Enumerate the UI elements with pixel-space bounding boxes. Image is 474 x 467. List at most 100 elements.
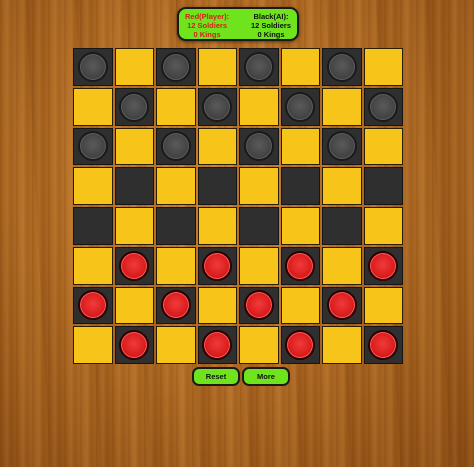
board-square-0-1[interactable] xyxy=(114,48,154,86)
board-square-2-5[interactable] xyxy=(280,127,320,166)
red-checker-piece[interactable] xyxy=(285,330,316,361)
board-square-4-0[interactable] xyxy=(73,207,113,245)
board-square-3-1[interactable] xyxy=(114,167,154,205)
scoreboard: Red(Player): 12 Soldiers 0 Kings Black(A… xyxy=(177,7,299,41)
board-square-7-0[interactable] xyxy=(73,326,113,364)
board-square-2-3[interactable] xyxy=(197,127,237,166)
red-checker-piece[interactable] xyxy=(202,250,233,281)
board-square-0-5[interactable] xyxy=(280,48,320,86)
red-checker-piece[interactable] xyxy=(160,290,191,321)
board-square-3-6[interactable] xyxy=(322,167,362,205)
board-square-2-2[interactable] xyxy=(156,127,196,166)
board-square-4-3[interactable] xyxy=(197,207,237,245)
board-square-6-2[interactable] xyxy=(156,286,196,325)
board-square-2-6[interactable] xyxy=(322,127,362,166)
black-checker-piece[interactable] xyxy=(77,131,108,162)
board-square-6-1[interactable] xyxy=(114,286,154,325)
red-checker-piece[interactable] xyxy=(368,330,399,361)
red-checker-piece[interactable] xyxy=(119,330,150,361)
board-square-2-1[interactable] xyxy=(114,127,154,166)
board-square-2-7[interactable] xyxy=(363,127,403,166)
board-square-5-7[interactable] xyxy=(363,246,403,285)
board-square-0-2[interactable] xyxy=(156,48,196,86)
red-checker-piece[interactable] xyxy=(243,290,274,321)
black-checker-piece[interactable] xyxy=(243,131,274,162)
board-square-1-0[interactable] xyxy=(73,87,113,126)
red-player-title: Red(Player): xyxy=(185,12,230,21)
red-checker-piece[interactable] xyxy=(368,250,399,281)
board-square-3-4[interactable] xyxy=(239,167,279,205)
board-square-3-7[interactable] xyxy=(363,167,403,205)
black-checker-piece[interactable] xyxy=(119,91,150,122)
board-square-7-6[interactable] xyxy=(322,326,362,364)
black-soldiers-count: 12 Soldiers xyxy=(250,21,291,30)
board-square-3-0[interactable] xyxy=(73,167,113,205)
red-checker-piece[interactable] xyxy=(326,290,357,321)
board-square-4-4[interactable] xyxy=(239,207,279,245)
black-checker-piece[interactable] xyxy=(285,91,316,122)
board-square-7-2[interactable] xyxy=(156,326,196,364)
red-checker-piece[interactable] xyxy=(202,330,233,361)
board-square-3-5[interactable] xyxy=(280,167,320,205)
black-ai-title: Black(AI): xyxy=(253,12,289,21)
board-square-7-4[interactable] xyxy=(239,326,279,364)
black-checker-piece[interactable] xyxy=(326,51,357,82)
board-square-1-3[interactable] xyxy=(197,87,237,126)
reset-button[interactable]: Reset xyxy=(192,367,240,386)
red-checker-piece[interactable] xyxy=(285,250,316,281)
board-square-7-7[interactable] xyxy=(363,326,403,364)
board-square-4-5[interactable] xyxy=(280,207,320,245)
board-square-1-6[interactable] xyxy=(322,87,362,126)
board-square-4-1[interactable] xyxy=(114,207,154,245)
black-checker-piece[interactable] xyxy=(368,91,399,122)
board-square-4-6[interactable] xyxy=(322,207,362,245)
board-square-1-2[interactable] xyxy=(156,87,196,126)
board-square-0-4[interactable] xyxy=(239,48,279,86)
board-square-5-0[interactable] xyxy=(73,246,113,285)
board-square-6-4[interactable] xyxy=(239,286,279,325)
black-checker-piece[interactable] xyxy=(77,51,108,82)
board-square-3-2[interactable] xyxy=(156,167,196,205)
red-soldiers-count: 12 Soldiers xyxy=(187,21,228,30)
board-square-4-7[interactable] xyxy=(363,207,403,245)
board-square-0-0[interactable] xyxy=(73,48,113,86)
board-square-0-3[interactable] xyxy=(197,48,237,86)
board-square-5-2[interactable] xyxy=(156,246,196,285)
board-square-5-3[interactable] xyxy=(197,246,237,285)
board-square-1-5[interactable] xyxy=(280,87,320,126)
board-square-1-7[interactable] xyxy=(363,87,403,126)
board-square-1-4[interactable] xyxy=(239,87,279,126)
board-square-0-6[interactable] xyxy=(322,48,362,86)
red-kings-count: 0 Kings xyxy=(193,30,221,39)
black-checker-piece[interactable] xyxy=(202,91,233,122)
board-square-7-3[interactable] xyxy=(197,326,237,364)
board-square-3-3[interactable] xyxy=(197,167,237,205)
black-checker-piece[interactable] xyxy=(160,51,191,82)
board-square-4-2[interactable] xyxy=(156,207,196,245)
board-square-1-1[interactable] xyxy=(114,87,154,126)
red-checker-piece[interactable] xyxy=(77,290,108,321)
board-square-5-6[interactable] xyxy=(322,246,362,285)
black-checker-piece[interactable] xyxy=(243,51,274,82)
board-square-6-3[interactable] xyxy=(197,286,237,325)
board-square-0-7[interactable] xyxy=(363,48,403,86)
board-square-5-5[interactable] xyxy=(280,246,320,285)
board-square-5-1[interactable] xyxy=(114,246,154,285)
red-checker-piece[interactable] xyxy=(119,250,150,281)
board-square-7-5[interactable] xyxy=(280,326,320,364)
board-square-7-1[interactable] xyxy=(114,326,154,364)
black-kings-count: 0 Kings xyxy=(257,30,285,39)
board-square-6-0[interactable] xyxy=(73,286,113,325)
board-square-6-7[interactable] xyxy=(363,286,403,325)
black-ai-score: Black(AI): 12 Soldiers 0 Kings xyxy=(251,12,291,39)
black-checker-piece[interactable] xyxy=(160,131,191,162)
checkers-board xyxy=(72,47,404,365)
board-square-5-4[interactable] xyxy=(239,246,279,285)
board-square-6-6[interactable] xyxy=(322,286,362,325)
black-checker-piece[interactable] xyxy=(326,131,357,162)
more-button[interactable]: More xyxy=(242,367,290,386)
board-square-2-0[interactable] xyxy=(73,127,113,166)
board-square-2-4[interactable] xyxy=(239,127,279,166)
red-player-score: Red(Player): 12 Soldiers 0 Kings xyxy=(185,12,229,39)
board-square-6-5[interactable] xyxy=(280,286,320,325)
